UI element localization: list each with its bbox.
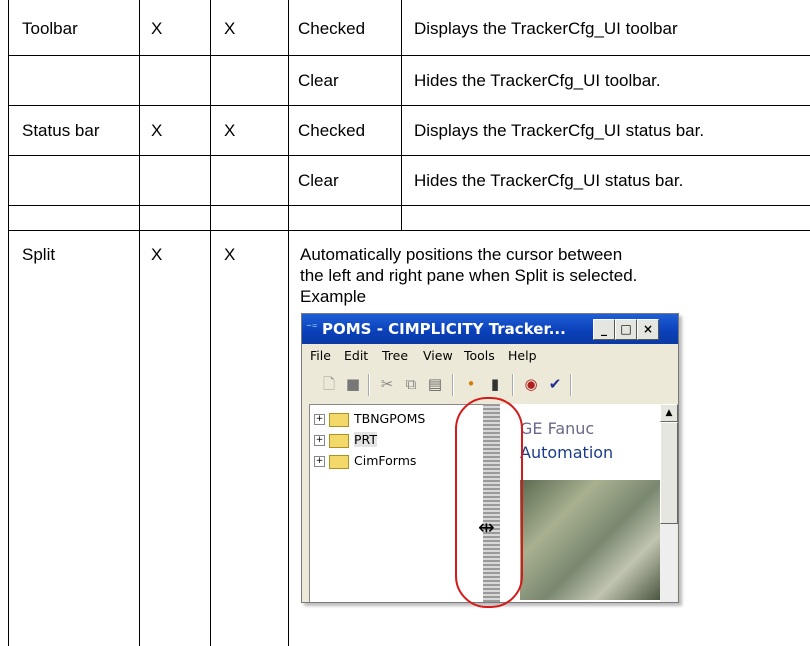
row-setting: Checked [298, 19, 366, 38]
scroll-thumb[interactable] [660, 422, 678, 524]
row-x: X [151, 121, 163, 140]
split-description-line1: Automatically positions the cursor betwe… [300, 245, 623, 264]
resize-cursor-icon: ⇹ [478, 517, 495, 539]
menu-tools[interactable]: Tools [464, 348, 495, 363]
row-x: X [224, 19, 236, 38]
folder-icon [329, 412, 349, 427]
new-icon[interactable]: 🗋 [320, 375, 338, 393]
highlight-oval [455, 397, 523, 608]
maximize-button[interactable]: □ [615, 319, 637, 340]
menu-file[interactable]: File [310, 348, 331, 363]
menu-bar: File Edit Tree View Tools Help [302, 344, 678, 366]
toolbar-separator [512, 374, 514, 396]
row-setting: Clear [298, 71, 339, 90]
example-label: Example [300, 287, 367, 306]
scroll-up-icon[interactable]: ▲ [660, 404, 678, 422]
expand-icon[interactable]: + [314, 456, 325, 467]
folder-icon [329, 454, 349, 469]
expand-icon[interactable]: + [314, 435, 325, 446]
row-x: X [224, 245, 236, 264]
brand-text: GE Fanuc [520, 419, 595, 438]
close-button[interactable]: × [637, 319, 659, 340]
menu-help[interactable]: Help [508, 348, 537, 363]
app-icon: ⁻⁼ [306, 321, 318, 334]
paste-icon[interactable]: ▤ [426, 375, 444, 393]
toolbar-separator [570, 374, 572, 396]
split-description-line2: the left and right pane when Split is se… [300, 266, 638, 285]
save-icon[interactable]: ■ [344, 375, 362, 393]
row-description: Hides the TrackerCfg_UI toolbar. [414, 71, 661, 90]
tree-node[interactable]: + TBNGPOMS [314, 411, 425, 429]
row-x: X [224, 121, 236, 140]
menu-edit[interactable]: Edit [344, 348, 368, 363]
title-bar: ⁻⁼ POMS - CIMPLICITY Tracker... _ □ × [302, 314, 678, 344]
check-icon[interactable]: ✔ [546, 375, 564, 393]
toolbar-separator [368, 374, 370, 396]
row-description: Displays the TrackerCfg_UI status bar. [414, 121, 705, 140]
row-x: X [151, 245, 163, 264]
row-name: Toolbar [22, 19, 78, 38]
menu-view[interactable]: View [423, 348, 453, 363]
row-description: Displays the TrackerCfg_UI toolbar [414, 19, 678, 38]
expand-icon[interactable]: + [314, 414, 325, 425]
factory-image [520, 480, 660, 600]
vertical-scrollbar[interactable]: ▲ [660, 404, 678, 602]
book-icon[interactable]: ◉ [522, 375, 540, 393]
cut-icon[interactable]: ✂ [378, 375, 396, 393]
row-description: Hides the TrackerCfg_UI status bar. [414, 171, 684, 190]
toolbar-separator [452, 374, 454, 396]
wand-icon[interactable]: • [462, 375, 480, 393]
tree-node[interactable]: + PRT [314, 432, 377, 450]
row-name: Split [22, 245, 56, 264]
minimize-button[interactable]: _ [593, 319, 615, 340]
copy-icon[interactable]: ⧉ [402, 375, 420, 393]
folder-icon [329, 433, 349, 448]
tree-node[interactable]: + CimForms [314, 453, 416, 471]
brand-text: Automation [520, 443, 614, 462]
row-setting: Clear [298, 171, 339, 190]
row-name: Status bar [22, 121, 100, 140]
row-setting: Checked [298, 121, 366, 140]
menu-tree[interactable]: Tree [382, 348, 408, 363]
content-pane: GE Fanuc Automation [500, 404, 660, 602]
row-x: X [151, 19, 163, 38]
window-title: POMS - CIMPLICITY Tracker... [322, 320, 566, 338]
properties-icon[interactable]: ▮ [486, 375, 504, 393]
